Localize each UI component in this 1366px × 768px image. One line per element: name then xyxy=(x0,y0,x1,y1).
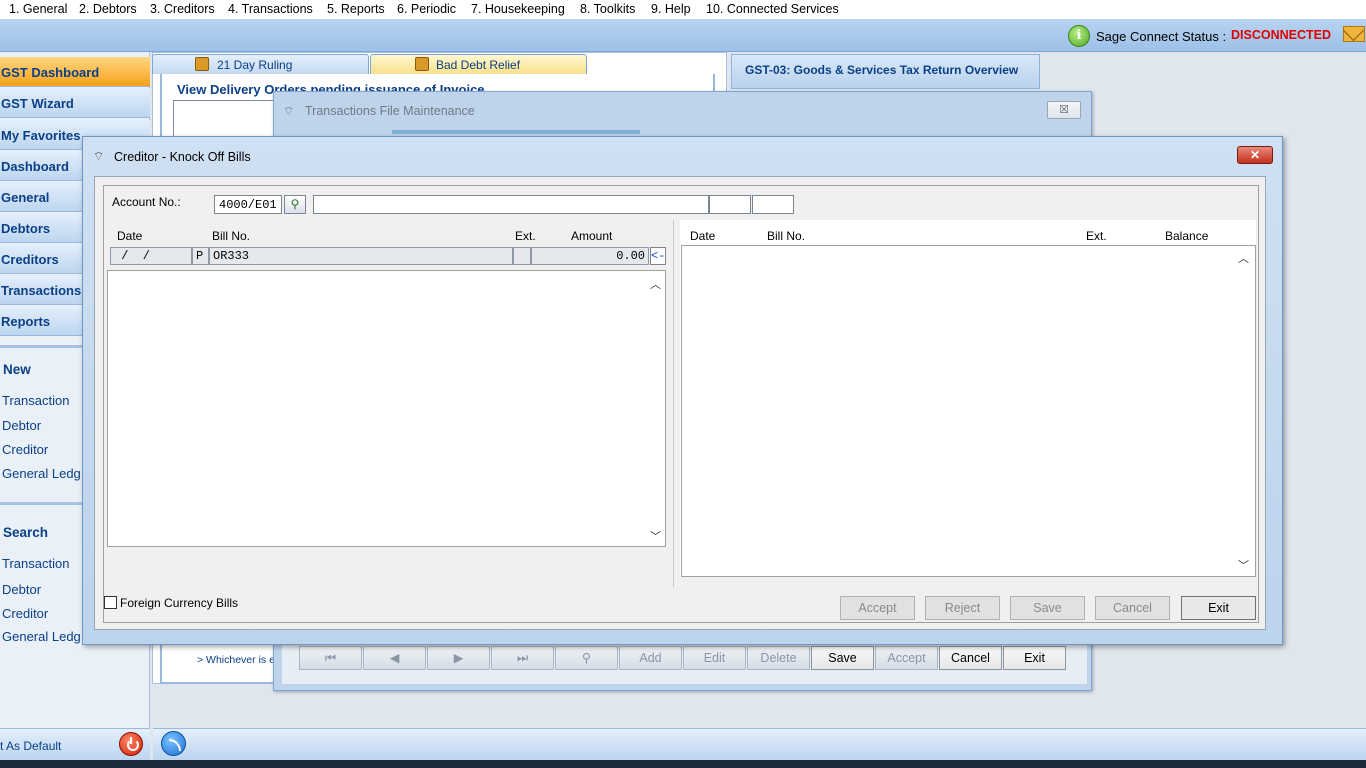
menu-toolkits[interactable]: 8. Toolkits xyxy=(580,2,635,16)
next-record-button[interactable]: ▶ xyxy=(427,646,490,670)
tab-label: 21 Day Ruling xyxy=(217,58,293,72)
edit-button[interactable]: Edit xyxy=(683,646,746,670)
cancel-button[interactable]: Cancel xyxy=(1095,596,1170,620)
rss-icon[interactable] xyxy=(161,731,186,756)
entry-ext-field[interactable] xyxy=(513,247,531,265)
tfm-accent-bar xyxy=(392,130,640,134)
info-icon[interactable]: i xyxy=(1068,25,1090,47)
exit-button[interactable]: Exit xyxy=(1181,596,1256,620)
right-header-ext: Ext. xyxy=(1086,229,1107,243)
move-left-button[interactable]: <- xyxy=(650,247,666,265)
menu-general[interactable]: 1. General xyxy=(9,2,67,16)
dialog-title: Creditor - Knock Off Bills xyxy=(114,150,251,164)
entry-bill-no-field[interactable]: OR333 xyxy=(209,247,513,265)
sidebar-new-transaction[interactable]: Transaction xyxy=(2,393,82,408)
menu-connected-services[interactable]: 10. Connected Services xyxy=(706,2,839,16)
menu-debtors[interactable]: 2. Debtors xyxy=(79,2,137,16)
menu-housekeeping[interactable]: 7. Housekeeping xyxy=(471,2,565,16)
mail-icon[interactable] xyxy=(1343,26,1365,42)
reject-button[interactable]: Reject xyxy=(925,596,1000,620)
menu-help[interactable]: 9. Help xyxy=(651,2,691,16)
first-record-button[interactable]: ⏮ xyxy=(299,646,362,670)
chevron-up-icon[interactable]: ︿ xyxy=(650,276,661,292)
os-taskbar xyxy=(0,760,1366,768)
tab-bad-debt-relief[interactable]: Bad Debt Relief xyxy=(370,54,587,74)
account-no-field[interactable]: 4000/E01 xyxy=(214,195,282,214)
pane-divider xyxy=(673,220,674,587)
sidebar-new-creditor[interactable]: Creditor xyxy=(2,442,82,457)
ruling-icon xyxy=(195,57,209,71)
menu-reports[interactable]: 5. Reports xyxy=(327,2,385,16)
menu-creditors[interactable]: 3. Creditors xyxy=(150,2,215,16)
lookup-icon[interactable]: ⚲ xyxy=(284,195,306,214)
sidebar-new-general-ledger[interactable]: General Ledg xyxy=(2,466,82,481)
account-extra-field xyxy=(752,195,794,214)
save-button[interactable]: Save xyxy=(1010,596,1085,620)
left-header-date: Date xyxy=(117,229,143,243)
accept-button[interactable]: Accept xyxy=(840,596,915,620)
tab-21-day-ruling[interactable]: 21 Day Ruling xyxy=(152,54,369,74)
sidebar-search-general-ledger[interactable]: General Ledg xyxy=(2,629,82,644)
menu-transactions[interactable]: 4. Transactions xyxy=(228,2,313,16)
book-icon: ⌔ xyxy=(283,104,295,118)
sidebar-search-debtor[interactable]: Debtor xyxy=(2,582,82,597)
sidebar-search-heading: Search xyxy=(3,525,49,540)
set-as-default-link[interactable]: t As Default xyxy=(0,739,61,753)
power-icon[interactable] xyxy=(119,732,143,756)
search-icon[interactable]: ⚲ xyxy=(555,646,618,670)
tfm-exit-button[interactable]: Exit xyxy=(1003,646,1066,670)
foreign-currency-checkbox[interactable] xyxy=(104,596,117,609)
sidebar-new-debtor[interactable]: Debtor xyxy=(2,418,82,433)
chevron-down-icon[interactable]: ﹀ xyxy=(650,528,661,544)
delivery-orders-box xyxy=(173,100,275,140)
sidebar-item-gst-dashboard[interactable]: GST Dashboard xyxy=(0,57,150,87)
left-header-bill-no: Bill No. xyxy=(212,229,251,243)
right-header-date: Date xyxy=(690,229,716,243)
tfm-save-button[interactable]: Save xyxy=(811,646,874,670)
tfm-title: Transactions File Maintenance xyxy=(305,104,475,118)
dialog-close-button[interactable]: ✕ xyxy=(1237,146,1273,164)
right-header-balance: Balance xyxy=(1165,229,1209,243)
last-record-button[interactable]: ⏭ xyxy=(491,646,554,670)
entry-amount-field[interactable]: 0.00 xyxy=(531,247,649,265)
entry-date-field[interactable]: / / xyxy=(110,247,192,265)
previous-record-button[interactable]: ◀ xyxy=(363,646,426,670)
menu-periodic[interactable]: 6. Periodic xyxy=(397,2,456,16)
account-extra-field xyxy=(709,195,751,214)
add-button[interactable]: Add xyxy=(619,646,682,670)
account-no-label: Account No.: xyxy=(112,195,181,209)
whichever-note: > Whichever is e xyxy=(197,654,275,666)
gst-03-title[interactable]: GST-03: Goods & Services Tax Return Over… xyxy=(745,63,1018,77)
sage-connect-status-value: DISCONNECTED xyxy=(1231,28,1332,42)
sidebar-search-creditor[interactable]: Creditor xyxy=(2,606,82,621)
left-header-amount: Amount xyxy=(571,229,613,243)
outstanding-bills-list[interactable] xyxy=(681,245,1256,577)
tab-label: Bad Debt Relief xyxy=(436,58,521,72)
tfm-cancel-button[interactable]: Cancel xyxy=(939,646,1002,670)
selected-bills-list[interactable] xyxy=(107,270,666,547)
sage-connect-status-label: Sage Connect Status : xyxy=(1096,29,1227,44)
tfm-accept-button[interactable]: Accept xyxy=(875,646,938,670)
chevron-up-icon[interactable]: ︿ xyxy=(1238,250,1249,266)
sidebar-divider xyxy=(0,345,82,348)
sidebar-new-heading: New xyxy=(3,362,31,377)
sidebar-item-gst-wizard[interactable]: GST Wizard xyxy=(0,88,150,118)
relief-icon xyxy=(415,57,429,71)
book-icon: ⌔ xyxy=(93,149,105,163)
account-name-field xyxy=(313,195,709,214)
entry-type-field[interactable]: P xyxy=(192,247,209,265)
sidebar-divider xyxy=(0,502,82,505)
delete-button[interactable]: Delete xyxy=(747,646,810,670)
tfm-close-button[interactable]: ☒ xyxy=(1047,101,1081,119)
menu-bar: 1. General 2. Debtors 3. Creditors 4. Tr… xyxy=(0,0,1366,19)
chevron-down-icon[interactable]: ﹀ xyxy=(1238,557,1249,573)
left-header-ext: Ext. xyxy=(515,229,536,243)
foreign-currency-label: Foreign Currency Bills xyxy=(120,596,239,610)
status-bar xyxy=(153,728,1366,760)
right-header-bill-no: Bill No. xyxy=(767,229,806,243)
sidebar-search-transaction[interactable]: Transaction xyxy=(2,556,82,571)
